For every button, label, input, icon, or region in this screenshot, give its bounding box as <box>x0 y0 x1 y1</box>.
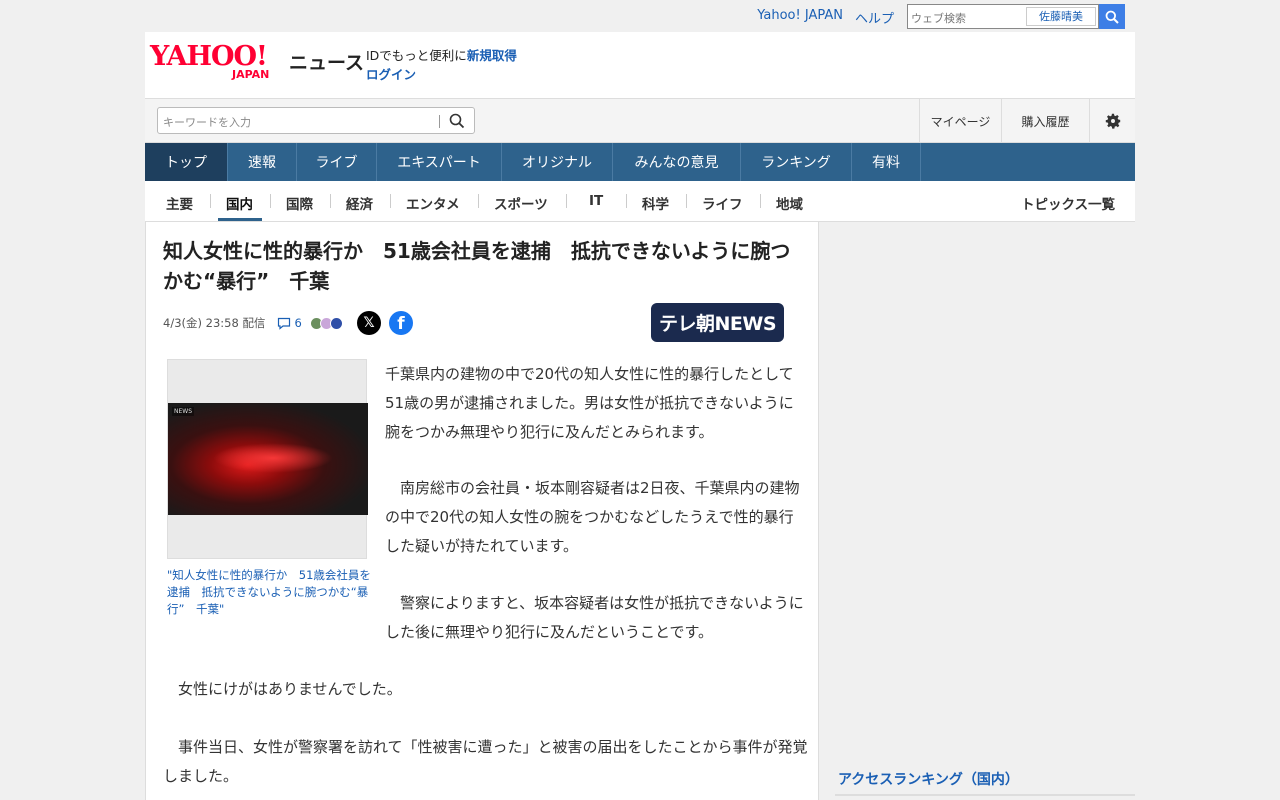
article-paragraph: 警察によりますと、坂本容疑者は女性が抵抗できないようにした後に無理やり犯行に及ん… <box>385 594 804 641</box>
x-icon: 𝕏 <box>363 315 375 331</box>
comment-count-link[interactable]: 6 <box>277 316 302 330</box>
share-x-button[interactable]: 𝕏 <box>357 311 381 335</box>
keyword-placeholder: キーワードを入力 <box>163 116 251 129</box>
login-prompt: IDでもっと便利に新規取得 ログイン <box>366 46 517 84</box>
access-ranking-heading[interactable]: アクセスランキング（国内） <box>838 769 1019 789</box>
top-utility-bar: Yahoo! JAPAN ヘルプ ウェブ検索 佐藤晴美 <box>145 0 1135 32</box>
search-row: キーワードを入力 マイページ 購入履歴 <box>145 99 1135 143</box>
web-search-button[interactable] <box>1099 4 1125 29</box>
divider <box>270 194 271 208</box>
cat-economy[interactable]: 経済 <box>346 193 373 213</box>
article: 知人女性に性的暴行か 51歳会社員を逮捕 抵抗できないように腕つかむ“暴行” 千… <box>145 222 819 800</box>
divider <box>566 194 567 208</box>
cat-it[interactable]: IT <box>589 193 603 209</box>
cat-international[interactable]: 国際 <box>286 193 313 213</box>
divider <box>210 194 211 208</box>
divider <box>686 194 687 208</box>
purchase-history-link[interactable]: 購入履歴 <box>1001 99 1089 143</box>
user-name-chip[interactable]: 佐藤晴美 <box>1026 7 1096 26</box>
help-link[interactable]: ヘルプ <box>855 8 894 27</box>
utility-links: Yahoo! JAPAN ヘルプ <box>757 8 894 27</box>
logo-text: YAHOO! <box>150 41 268 72</box>
web-search: ウェブ検索 佐藤晴美 <box>907 4 1125 29</box>
nav-ranking[interactable]: ランキング <box>741 143 852 181</box>
id-prompt-text: IDでもっと便利に <box>366 48 467 63</box>
nav-paid[interactable]: 有料 <box>852 143 921 181</box>
yahoo-logo[interactable]: YAHOO! JAPAN <box>150 41 269 81</box>
nav-expert[interactable]: エキスパート <box>377 143 502 181</box>
cat-main[interactable]: 主要 <box>166 193 193 213</box>
comment-icon <box>278 317 291 330</box>
search-divider <box>439 115 440 128</box>
site-header: YAHOO! JAPAN ニュース IDでもっと便利に新規取得 ログイン <box>145 32 1135 99</box>
register-link[interactable]: 新規取得 <box>467 48 517 63</box>
article-paragraph: 事件当日、女性が警察署を訪れて「性被害に遭った」と被害の届出をしたことから事件が… <box>163 738 808 785</box>
divider <box>760 194 761 208</box>
commenter-avatars <box>309 316 343 330</box>
cat-life[interactable]: ライフ <box>702 193 743 213</box>
article-paragraph: 南房総市の会社員・坂本剛容疑者は2日夜、千葉県内の建物の中で20代の知人女性の腕… <box>385 479 800 555</box>
photo-caption[interactable]: "知人女性に性的暴行か 51歳会社員を逮捕 抵抗できないように腕つかむ“暴行” … <box>167 567 371 618</box>
cat-entertainment[interactable]: エンタメ <box>406 193 460 213</box>
nav-live[interactable]: ライブ <box>297 143 377 181</box>
settings-button[interactable] <box>1089 99 1135 143</box>
share-facebook-button[interactable]: f <box>389 311 413 335</box>
distributed-label: 配信 <box>242 316 266 330</box>
divider <box>478 194 479 208</box>
search-icon <box>1105 10 1119 24</box>
source-logo[interactable]: テレ朝NEWS <box>651 303 784 342</box>
service-name[interactable]: ニュース <box>289 48 364 75</box>
ranking-divider <box>835 794 1135 796</box>
main-nav: トップ 速報 ライブ エキスパート オリジナル みんなの意見 ランキング 有料 <box>145 143 1135 181</box>
nav-original[interactable]: オリジナル <box>502 143 613 181</box>
logo-sub: JAPAN <box>232 68 270 81</box>
login-link[interactable]: ログイン <box>366 67 416 82</box>
cat-region[interactable]: 地域 <box>776 193 803 213</box>
divider <box>390 194 391 208</box>
article-title: 知人女性に性的暴行か 51歳会社員を逮捕 抵抗できないように腕つかむ“暴行” 千… <box>163 239 791 293</box>
nav-breaking[interactable]: 速報 <box>228 143 297 181</box>
active-tab-indicator <box>218 218 262 221</box>
article-meta: 4/3(金) 23:58 配信 6 <box>163 315 343 331</box>
cat-science[interactable]: 科学 <box>642 193 669 213</box>
search-icon[interactable] <box>449 113 465 133</box>
article-paragraph: 千葉県内の建物の中で20代の知人女性に性的暴行したとして51歳の男が逮捕されまし… <box>385 365 794 441</box>
police-light-image: NEWS <box>168 403 368 515</box>
publish-date: 4/3(金) 23:58 <box>163 316 239 330</box>
category-nav: 主要 国内 国際 経済 エンタメ スポーツ IT 科学 ライフ 地域 トピックス… <box>145 181 1135 222</box>
web-search-input[interactable]: ウェブ検索 佐藤晴美 <box>907 4 1099 29</box>
avatar <box>329 316 343 330</box>
keyword-search-input[interactable]: キーワードを入力 <box>157 107 475 134</box>
cat-sports[interactable]: スポーツ <box>494 193 548 213</box>
nav-opinions[interactable]: みんなの意見 <box>613 143 741 181</box>
article-photo[interactable]: NEWS <box>167 359 368 559</box>
topics-list-link[interactable]: トピックス一覧 <box>1021 193 1115 213</box>
yahoo-japan-link[interactable]: Yahoo! JAPAN <box>757 8 843 27</box>
comment-count: 6 <box>294 316 302 330</box>
photo-source-tag: NEWS <box>172 407 195 416</box>
cat-domestic[interactable]: 国内 <box>226 193 253 213</box>
article-paragraph: 女性にけがはありませんでした。 <box>163 680 402 698</box>
facebook-icon: f <box>397 314 405 334</box>
web-search-placeholder: ウェブ検索 <box>911 12 966 25</box>
gear-icon <box>1105 113 1120 129</box>
nav-top[interactable]: トップ <box>145 143 228 181</box>
divider <box>626 194 627 208</box>
my-page-link[interactable]: マイページ <box>919 99 1001 143</box>
divider <box>330 194 331 208</box>
